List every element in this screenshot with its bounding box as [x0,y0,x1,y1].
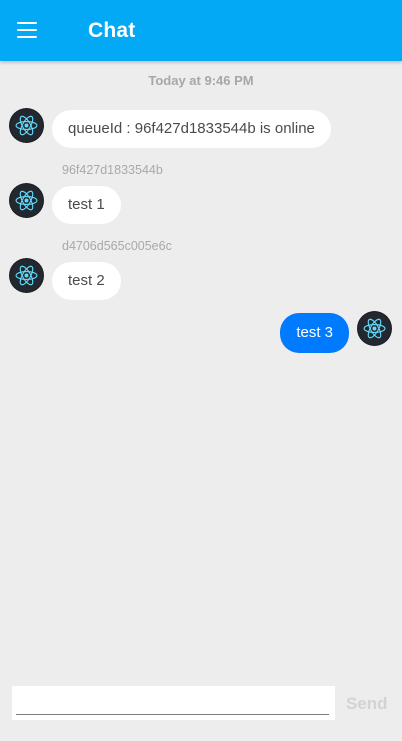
date-separator: Today at 9:46 PM [148,73,254,88]
avatar[interactable] [10,184,43,217]
sender-label: 96f427d1833544b [62,163,163,177]
page-title: Chat [88,19,136,42]
sender-label: d4706d565c005e6c [62,239,172,253]
react-logo-icon [15,115,38,136]
send-button[interactable]: Send [346,694,388,714]
avatar[interactable] [358,312,391,345]
message-bubble[interactable]: test 1 [52,186,121,224]
message-composer [12,686,335,720]
avatar[interactable] [10,259,43,292]
message-bubble-outgoing[interactable]: test 3 [280,313,349,353]
app-header: Chat [0,0,402,61]
message-input[interactable] [16,692,329,715]
react-logo-icon [15,265,38,286]
message-bubble[interactable]: test 2 [52,262,121,300]
avatar[interactable] [10,109,43,142]
react-logo-icon [363,318,386,339]
react-logo-icon [15,190,38,211]
menu-button[interactable] [8,10,48,50]
chat-screen: Chat Today at 9:46 PM queueId : 96f427d1… [0,0,402,741]
message-bubble[interactable]: queueId : 96f427d1833544b is online [52,110,331,148]
